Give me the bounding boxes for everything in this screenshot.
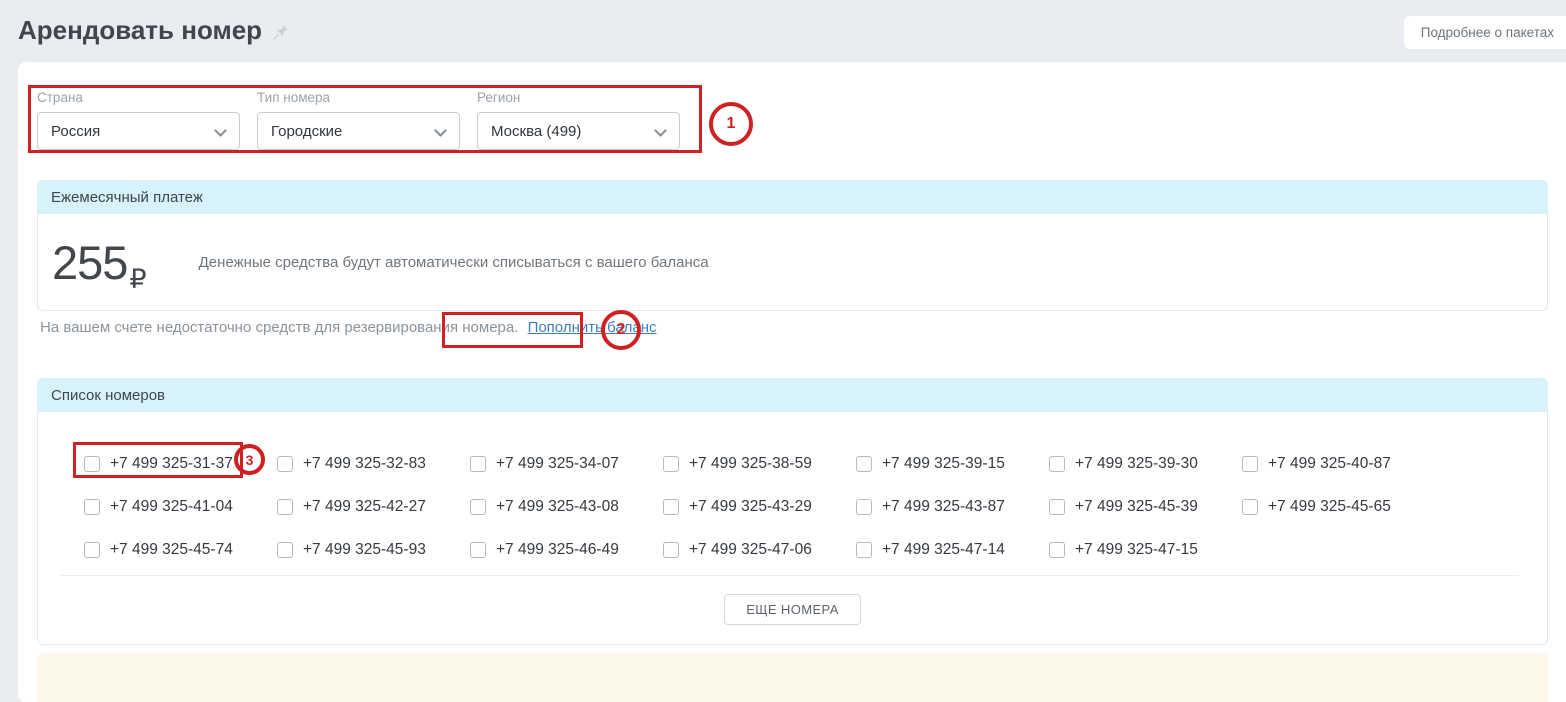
number-option[interactable]: +7 499 325-46-49	[470, 528, 663, 571]
annotation-box-3	[73, 442, 243, 478]
checkbox[interactable]	[663, 456, 679, 472]
checkbox[interactable]	[1242, 499, 1258, 515]
number-option[interactable]: +7 499 325-40-87	[1242, 442, 1435, 485]
number-option[interactable]: +7 499 325-34-07	[470, 442, 663, 485]
number-option[interactable]: +7 499 325-47-14	[856, 528, 1049, 571]
number-option[interactable]: +7 499 325-47-06	[663, 528, 856, 571]
checkbox[interactable]	[84, 542, 100, 558]
number-option[interactable]: +7 499 325-39-30	[1049, 442, 1242, 485]
number-option[interactable]: +7 499 325-41-04	[84, 485, 277, 528]
annotation-box-1	[28, 85, 702, 153]
checkbox[interactable]	[277, 456, 293, 472]
divider	[61, 575, 1519, 576]
packages-info-button[interactable]: Подробнее о пакетах	[1404, 16, 1566, 49]
monthly-payment-header: Ежемесячный платеж	[37, 180, 1548, 214]
numbers-grid: +7 499 325-31-37 +7 499 325-32-83 +7 499…	[38, 412, 1547, 571]
annotation-badge-3: 3	[234, 444, 265, 475]
number-option[interactable]: +7 499 325-43-08	[470, 485, 663, 528]
checkbox[interactable]	[277, 499, 293, 515]
checkbox[interactable]	[84, 499, 100, 515]
checkbox[interactable]	[856, 456, 872, 472]
numbers-list-body: +7 499 325-31-37 +7 499 325-32-83 +7 499…	[37, 412, 1548, 645]
checkbox[interactable]	[1049, 456, 1065, 472]
annotation-box-2	[442, 312, 583, 348]
page-title: Арендовать номер	[18, 13, 290, 48]
number-option[interactable]: +7 499 325-43-87	[856, 485, 1049, 528]
checkbox[interactable]	[856, 542, 872, 558]
number-option[interactable]: +7 499 325-47-15	[1049, 528, 1242, 571]
number-option[interactable]: +7 499 325-32-83	[277, 442, 470, 485]
checkbox[interactable]	[470, 499, 486, 515]
monthly-payment-amount: 255 ₽	[52, 235, 147, 290]
page-title-text: Арендовать номер	[18, 15, 262, 46]
annotation-badge-1: 1	[709, 102, 753, 146]
number-option[interactable]: +7 499 325-42-27	[277, 485, 470, 528]
monthly-payment-note: Денежные средства будут автоматически сп…	[199, 254, 709, 271]
amount-value: 255	[52, 235, 127, 290]
checkbox[interactable]	[856, 499, 872, 515]
checkbox[interactable]	[1242, 456, 1258, 472]
numbers-list-card: Список номеров +7 499 325-31-37 +7 499 3…	[37, 378, 1548, 645]
ruble-sign: ₽	[129, 264, 146, 295]
annotation-badge-2: 2	[601, 310, 641, 350]
pin-icon[interactable]	[272, 17, 290, 48]
number-option[interactable]: +7 499 325-43-29	[663, 485, 856, 528]
numbers-list-header: Список номеров	[37, 378, 1548, 412]
checkbox[interactable]	[663, 542, 679, 558]
number-option[interactable]: +7 499 325-45-39	[1049, 485, 1242, 528]
number-option[interactable]: +7 499 325-45-74	[84, 528, 277, 571]
more-numbers-wrap: ЕЩЕ НОМЕРА	[38, 594, 1547, 625]
checkbox[interactable]	[277, 542, 293, 558]
main-panel: Страна Россия Тип номера Городские Регио…	[18, 62, 1566, 702]
next-section-header	[37, 653, 1548, 702]
number-option[interactable]: +7 499 325-39-15	[856, 442, 1049, 485]
checkbox[interactable]	[1049, 542, 1065, 558]
more-numbers-button[interactable]: ЕЩЕ НОМЕРА	[724, 594, 861, 625]
checkbox[interactable]	[470, 542, 486, 558]
checkbox[interactable]	[470, 456, 486, 472]
monthly-payment-body: 255 ₽ Денежные средства будут автоматиче…	[37, 214, 1548, 311]
checkbox[interactable]	[1049, 499, 1065, 515]
checkbox[interactable]	[663, 499, 679, 515]
monthly-payment-card: Ежемесячный платеж 255 ₽ Денежные средст…	[37, 180, 1548, 311]
number-option[interactable]: +7 499 325-45-93	[277, 528, 470, 571]
number-option[interactable]: +7 499 325-45-65	[1242, 485, 1435, 528]
number-option[interactable]: +7 499 325-38-59	[663, 442, 856, 485]
